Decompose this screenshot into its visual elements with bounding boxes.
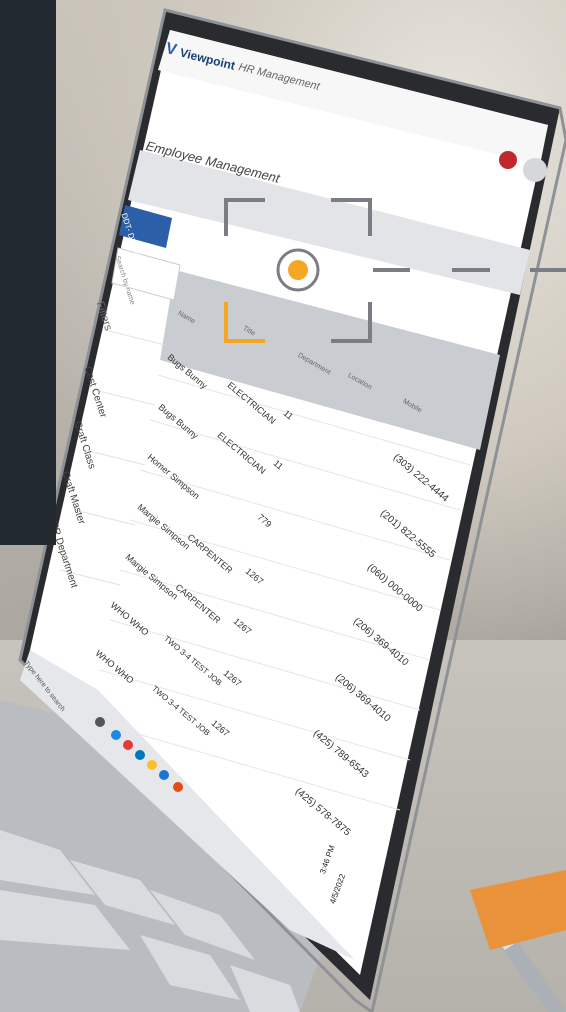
dark-side-panel xyxy=(0,0,56,545)
chrome-icon[interactable] xyxy=(123,740,133,750)
store-icon[interactable] xyxy=(135,750,145,760)
office-icon[interactable] xyxy=(173,782,183,792)
edge-icon[interactable] xyxy=(111,730,121,740)
task-view-icon[interactable] xyxy=(95,717,105,727)
mail-icon[interactable] xyxy=(159,770,169,780)
laptop xyxy=(0,0,566,1012)
folder-icon[interactable] xyxy=(147,760,157,770)
user-avatar-icon[interactable] xyxy=(499,151,517,169)
gear-icon[interactable] xyxy=(523,158,547,182)
sticky-note xyxy=(470,870,566,950)
laptop-body xyxy=(0,8,566,1012)
